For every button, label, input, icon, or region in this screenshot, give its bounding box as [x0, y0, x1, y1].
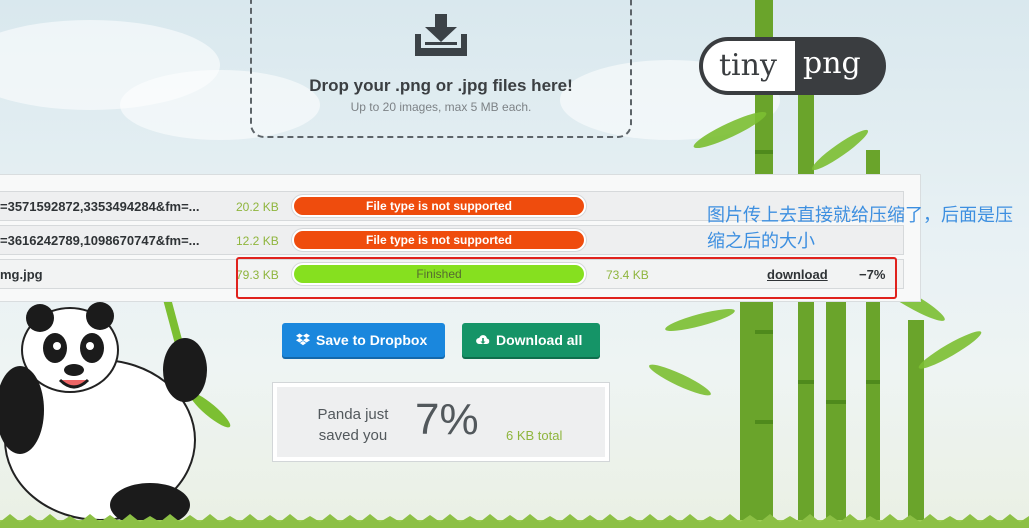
logo-png: png [795, 37, 886, 95]
download-all-label: Download all [496, 332, 583, 348]
grass-decoration [0, 514, 1029, 528]
panda-mascot [0, 290, 231, 527]
download-tray-icon [415, 14, 467, 56]
download-all-button[interactable]: Download all [462, 323, 600, 357]
savings-total-percent: 7% [415, 395, 479, 444]
annotation-text: 图片传上去直接就给压缩了，后面是压缩之后的大小 [707, 205, 1013, 252]
status-bar-error: File type is not supported [292, 195, 586, 217]
savings-summary-inner: Panda just saved you 7% 6 KB total [277, 387, 605, 457]
drop-zone[interactable]: Drop your .png or .jpg files here! Up to… [250, 0, 632, 138]
drop-zone-subtitle: Up to 20 images, max 5 MB each. [350, 100, 532, 114]
highlight-box [236, 257, 897, 299]
file-size: 12.2 KB [236, 234, 279, 248]
cloud-download-icon [476, 335, 490, 344]
drop-zone-title: Drop your .png or .jpg files here! [309, 76, 573, 95]
savings-total-size: 6 KB total [506, 428, 563, 443]
save-to-dropbox-label: Save to Dropbox [316, 332, 428, 348]
file-name: mg.jpg [0, 267, 43, 282]
logo-tiny: tiny [699, 37, 799, 95]
save-to-dropbox-button[interactable]: Save to Dropbox [282, 323, 445, 357]
file-size: 20.2 KB [236, 200, 279, 214]
savings-summary: Panda just saved you 7% 6 KB total [272, 382, 610, 462]
dropbox-icon [296, 333, 310, 346]
tinypng-logo[interactable]: tiny png [699, 37, 886, 95]
file-name: =3616242789,1098670747&fm=... [0, 233, 200, 248]
status-bar-error: File type is not supported [292, 229, 586, 251]
savings-label: Panda just saved you [317, 406, 389, 444]
file-name: =3571592872,3353494284&fm=... [0, 199, 200, 214]
